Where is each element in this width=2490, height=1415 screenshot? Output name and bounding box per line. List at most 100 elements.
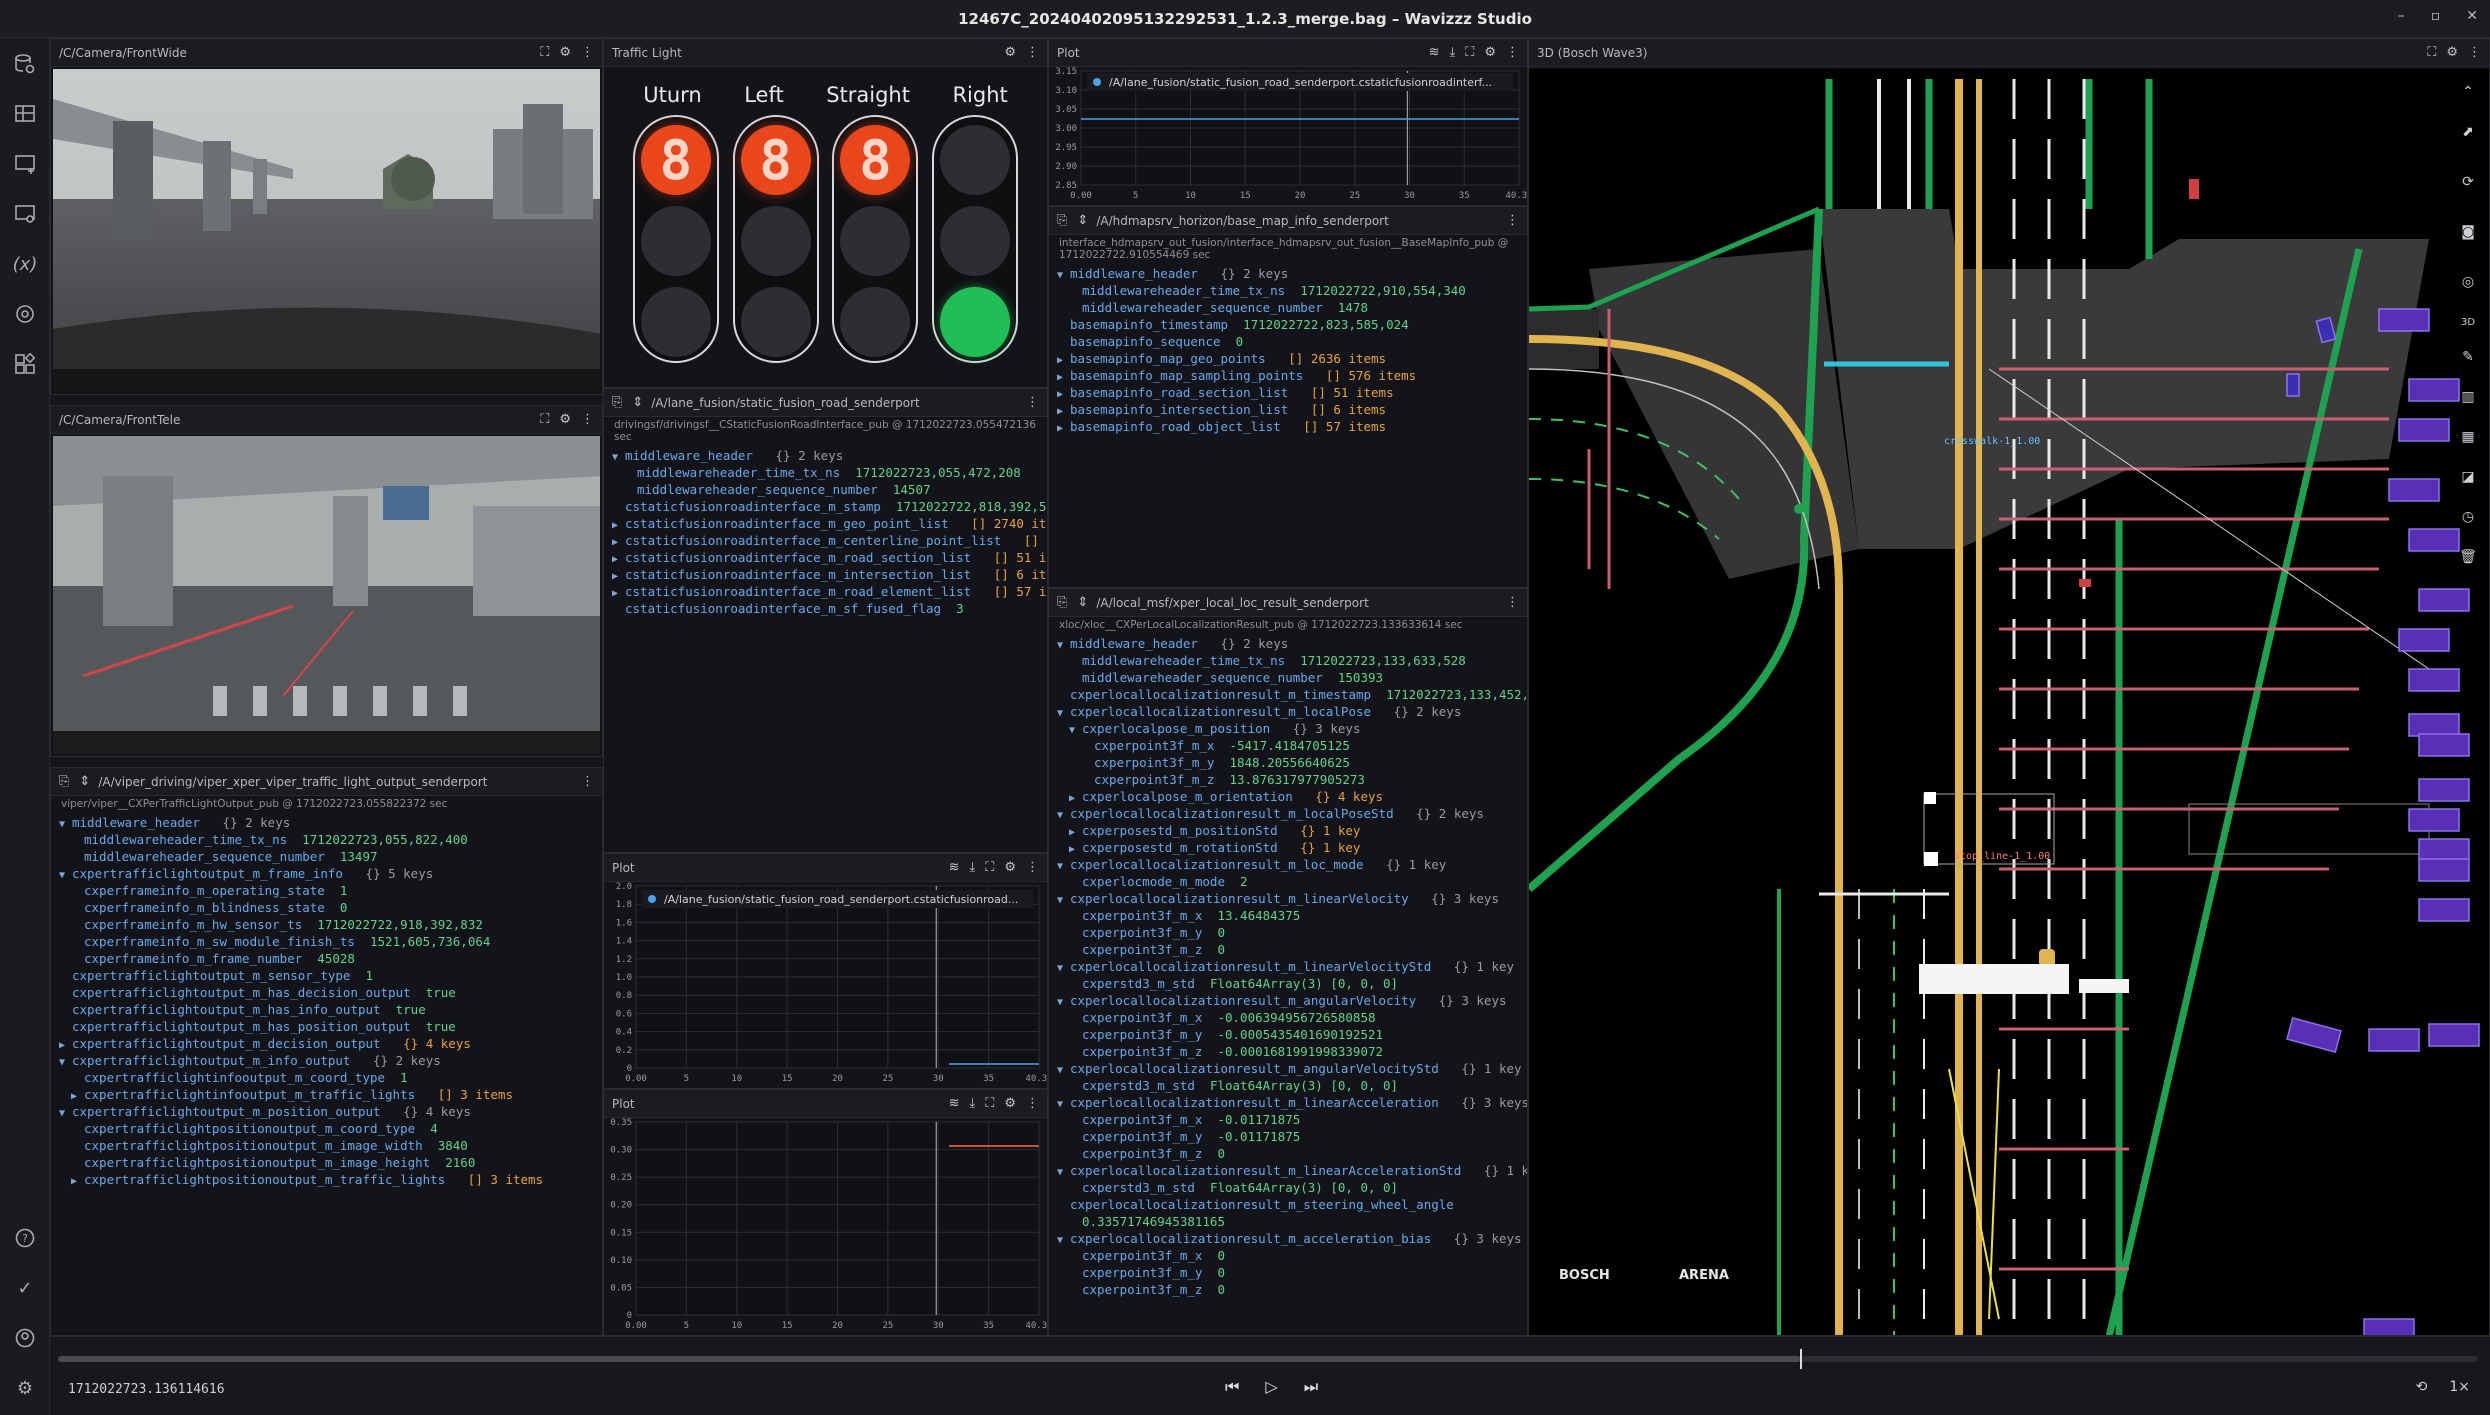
minimize-button[interactable]: – — [2398, 8, 2405, 24]
check-icon[interactable]: ✓ — [13, 1276, 37, 1300]
pencil-icon[interactable]: ✎ — [2455, 344, 2481, 370]
more-menu-icon[interactable]: ⋮ — [2468, 45, 2481, 60]
tree-row[interactable]: ▼ cxpertrafficlightoutput_m_position_outp… — [59, 1103, 594, 1120]
settings-gear-icon[interactable]: ⚙ — [13, 1376, 37, 1400]
tree-row[interactable]: ▼ cxperlocallocalizationresult_m_angularV… — [1057, 992, 1519, 1009]
more-menu-icon[interactable]: ⋮ — [581, 412, 594, 427]
tree-row[interactable]: ▶ basemapinfo_road_section_list [] 51 ite… — [1057, 384, 1519, 401]
tree-row[interactable]: ▶ cxpertrafficlightpositionoutput_m_traff… — [59, 1171, 594, 1188]
fullscreen-icon[interactable]: ⛶ — [1465, 45, 1474, 60]
tree-row[interactable]: ▼ middleware_header {} 2 keys — [59, 814, 594, 831]
expand-arrow-icon[interactable]: ▶ — [71, 1173, 84, 1190]
gear-icon[interactable]: ⚙ — [559, 412, 571, 427]
tree-row[interactable]: ▼ middleware_header {} 2 keys — [1057, 265, 1519, 282]
help-icon[interactable]: ? — [13, 1226, 37, 1250]
tree-row[interactable]: ▶ cxpertrafficlightinfooutput_m_traffic_l… — [59, 1086, 594, 1103]
expand-icon[interactable]: ⇕ — [79, 774, 90, 789]
tree-row[interactable]: ▼ cxperlocallocalizationresult_m_angularV… — [1057, 1060, 1522, 1077]
chart-icon[interactable]: ≋ — [1429, 45, 1440, 60]
more-menu-icon[interactable]: ⋮ — [1026, 1096, 1039, 1111]
download-icon[interactable]: ⤓ — [969, 1096, 975, 1111]
tree-row[interactable]: ▼ cxpertrafficlightoutput_m_frame_info {}… — [59, 865, 594, 882]
copy-icon[interactable]: ⎘ — [612, 395, 622, 410]
gear-icon[interactable]: ⚙ — [1004, 860, 1016, 875]
tree-row[interactable]: ▼ cxperlocallocalizationresult_m_localPos… — [1057, 703, 1519, 720]
maximize-button[interactable]: ▫ — [2431, 8, 2441, 24]
tree-row[interactable]: ▼ cxperlocallocalizationresult_m_linearAc… — [1057, 1162, 1527, 1179]
tree-row[interactable]: ▼ cxperlocallocalizationresult_m_loc_mode… — [1057, 856, 1519, 873]
speed-select[interactable]: 1× — [2449, 1379, 2470, 1395]
map-icon[interactable]: ▥ — [2455, 384, 2481, 410]
expand-icon[interactable]: ⇕ — [1077, 595, 1088, 610]
tree-row[interactable]: ▶ cstaticfusionroadinterface_m_road_secti… — [612, 549, 1047, 566]
tree-row[interactable]: ▶ basemapinfo_map_geo_points [] 2636 item… — [1057, 350, 1519, 367]
fullscreen-icon[interactable]: ⛶ — [540, 412, 549, 427]
tree-row[interactable]: ▼ cxpertrafficlightoutput_m_info_output {… — [59, 1052, 594, 1069]
tree-row[interactable]: ▶ cstaticfusionroadinterface_m_centerline… — [612, 532, 1047, 549]
timeline-track[interactable] — [58, 1349, 2478, 1369]
mouse-icon[interactable]: ◙ — [2455, 219, 2481, 245]
copy-icon[interactable]: ⎘ — [1057, 595, 1067, 610]
panel-add-icon[interactable] — [13, 152, 37, 176]
expand-icon[interactable]: ⇕ — [1077, 213, 1088, 228]
fullscreen-icon[interactable]: ⛶ — [985, 1096, 994, 1111]
tree-row[interactable]: ▶ cstaticfusionroadinterface_m_road_eleme… — [612, 583, 1047, 600]
play-icon[interactable]: ▷ — [1265, 1377, 1277, 1397]
download-icon[interactable]: ⤓ — [1449, 45, 1455, 60]
reset-view-icon[interactable]: ⟳ — [2455, 169, 2481, 195]
copy-icon[interactable]: ⎘ — [59, 774, 69, 789]
step-back-icon[interactable]: ⏮ — [1225, 1377, 1239, 1397]
more-menu-icon[interactable]: ⋮ — [1506, 595, 1519, 610]
step-forward-icon[interactable]: ⏭ — [1304, 1377, 1318, 1397]
measure-icon[interactable]: ◎ — [2455, 269, 2481, 295]
tree-row[interactable]: ▼ cxperlocallocalizationresult_m_linearVe… — [1057, 958, 1519, 975]
fullscreen-icon[interactable]: ⛶ — [2427, 45, 2436, 60]
plot-bottom-chart[interactable]: 0.35 0.30 0.25 0.20 0.15 0.10 0.05 00.00 5 10 15 20… — [604, 1118, 1048, 1335]
scene-3d[interactable]: crosswalk-1_1.00 stop_line-1_1.00 BOSCH … — [1529, 69, 2489, 1335]
3d-toggle-icon[interactable]: 3D — [2455, 309, 2481, 335]
copy-icon[interactable]: ⎘ — [1057, 213, 1067, 228]
gear-icon[interactable]: ⚙ — [1004, 45, 1016, 60]
loop-icon[interactable]: ⟲ — [2416, 1379, 2428, 1395]
trash-icon[interactable]: 🗑 — [2455, 544, 2481, 570]
tree-row[interactable]: ▶ basemapinfo_intersection_list [] 6 item… — [1057, 401, 1519, 418]
tree-row[interactable]: ▼ middleware_header {} 2 keys — [612, 447, 1039, 464]
tree-row[interactable]: ▶ cxperposestd_m_positionStd {} 1 key — [1057, 822, 1519, 839]
save-image-icon[interactable]: ◪ — [2455, 464, 2481, 490]
account-icon[interactable] — [13, 1326, 37, 1350]
chart-icon[interactable]: ≋ — [949, 1096, 960, 1111]
tree-row[interactable]: ▼ cxperlocalpose_m_position {} 3 keys — [1057, 720, 1519, 737]
tree-row[interactable]: ▼ cxperlocallocalizationresult_m_linearVe… — [1057, 890, 1519, 907]
more-menu-icon[interactable]: ⋮ — [1026, 45, 1039, 60]
select-pointer-icon[interactable]: ⬈ — [2455, 119, 2481, 145]
more-menu-icon[interactable]: ⋮ — [581, 774, 594, 789]
gear-icon[interactable]: ⚙ — [1004, 1096, 1016, 1111]
plot-top-chart[interactable]: 3.15 3.10 3.05 3.00 2.95 2.90 2.850.00 5 10 15 20 2… — [1049, 67, 1528, 205]
download-icon[interactable]: ⤓ — [969, 860, 975, 875]
more-menu-icon[interactable]: ⋮ — [581, 45, 594, 60]
gear-icon[interactable]: ⚙ — [559, 45, 571, 60]
more-menu-icon[interactable]: ⋮ — [1026, 395, 1039, 410]
tree-row[interactable]: ▶ cstaticfusionroadinterface_m_intersecti… — [612, 566, 1047, 583]
more-menu-icon[interactable]: ⋮ — [1026, 860, 1039, 875]
tree-row[interactable]: ▶ basemapinfo_map_sampling_points [] 576 … — [1057, 367, 1519, 384]
fullscreen-icon[interactable]: ⛶ — [985, 860, 994, 875]
extensions-icon[interactable] — [13, 302, 37, 326]
variables-icon[interactable]: (x) — [13, 252, 38, 276]
tree-row[interactable]: ▶ basemapinfo_road_object_list [] 57 item… — [1057, 418, 1519, 435]
chart-icon[interactable]: ≋ — [949, 860, 960, 875]
expand-arrow-icon[interactable]: ▶ — [1057, 420, 1070, 437]
tree-row[interactable]: ▼ middleware_header {} 2 keys — [1057, 635, 1519, 652]
tree-row[interactable]: ▼ cxperlocallocalizationresult_m_localPos… — [1057, 805, 1519, 822]
collapse-icon[interactable]: ⌃ — [2455, 79, 2481, 105]
tree-row[interactable]: ▶ cxpertrafficlightoutput_m_decision_outp… — [59, 1035, 594, 1052]
layout-icon[interactable] — [13, 102, 37, 126]
more-menu-icon[interactable]: ⋮ — [1506, 213, 1519, 228]
tree-row[interactable]: ▶ cxperposestd_m_rotationStd {} 1 key — [1057, 839, 1519, 856]
timeline-cursor[interactable] — [1800, 1349, 1803, 1369]
grid-icon[interactable]: ▦ — [2455, 424, 2481, 450]
plot-mid-chart[interactable]: 2.0 1.8 1.6 1.4 1.2 1.0 0.8 0.6 0.4 0.2 00.00 5 10 15… — [604, 882, 1048, 1088]
tree-row[interactable]: ▼ cxperlocallocalizationresult_m_accelera… — [1057, 1230, 1522, 1247]
more-menu-icon[interactable]: ⋮ — [1506, 45, 1519, 60]
expand-icon[interactable]: ⇕ — [632, 395, 643, 410]
